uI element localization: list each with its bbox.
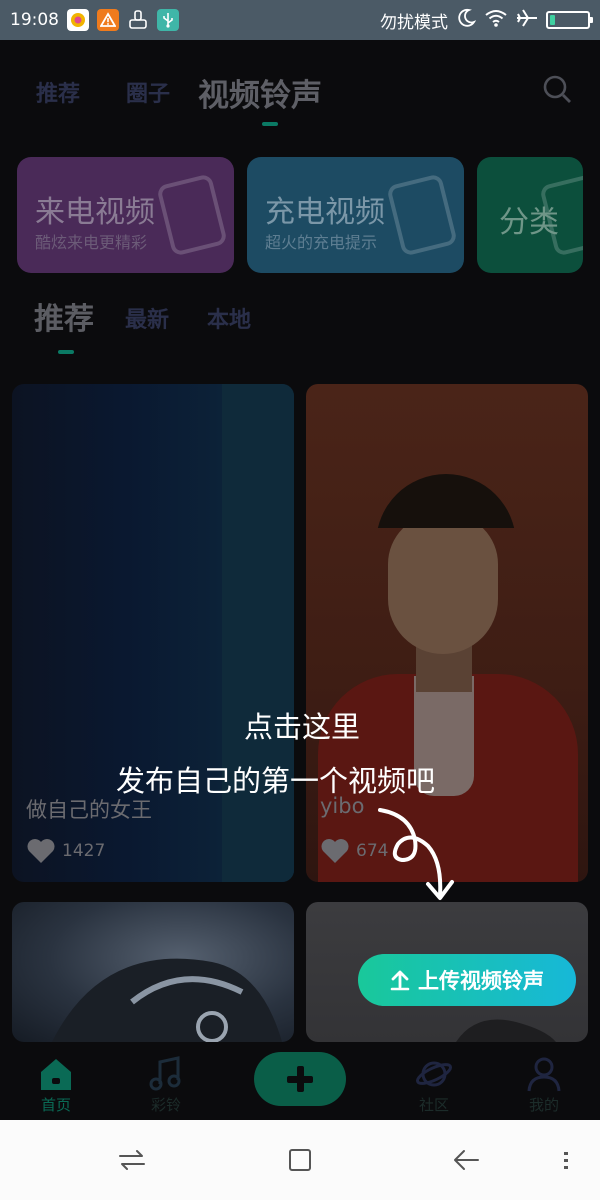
warning-icon — [97, 9, 119, 31]
heart-icon — [321, 839, 349, 863]
phone-icon — [386, 173, 458, 257]
app-notification-icon — [67, 9, 89, 31]
publish-plus-button[interactable] — [254, 1052, 346, 1106]
nav-ringtone[interactable]: 彩铃 — [136, 1054, 196, 1115]
upload-ringtone-button[interactable]: 上传视频铃声 — [358, 954, 576, 1006]
video-card[interactable] — [12, 902, 294, 1042]
back-icon[interactable] — [446, 1144, 486, 1176]
category-charging-video[interactable]: 充电视频 超火的充电提示 — [247, 157, 464, 273]
planet-icon — [415, 1061, 453, 1087]
hint-line-2: 发布自己的第一个视频吧 — [116, 764, 436, 798]
status-bar: 19:08 勿扰模式 — [0, 0, 600, 40]
switch-apps-icon[interactable] — [112, 1144, 152, 1176]
category-row: 来电视频 酷炫来电更精彩 充电视频 超火的充电提示 分类 — [17, 157, 583, 273]
category-incoming-call-video[interactable]: 来电视频 酷炫来电更精彩 — [17, 157, 234, 273]
category-title: 来电视频 — [35, 195, 155, 230]
nav-label: 我的 — [528, 1096, 559, 1114]
nav-label: 社区 — [418, 1096, 449, 1114]
video-card[interactable]: 做自己的女王 1427 — [12, 384, 294, 882]
nav-label: 彩铃 — [150, 1096, 181, 1114]
tab-video-ringtone[interactable]: 视频铃声 — [198, 70, 322, 115]
usb-icon — [157, 9, 179, 31]
music-note-icon — [149, 1056, 181, 1091]
video-thumbnail — [222, 384, 294, 882]
video-thumbnail — [52, 958, 282, 1042]
status-time: 19:08 — [10, 10, 59, 30]
curved-arrow-icon — [378, 808, 454, 900]
upload-icon — [390, 970, 410, 991]
cleaner-icon — [127, 9, 149, 31]
thumbnail-face — [388, 514, 498, 654]
subtab-active-indicator — [58, 350, 74, 354]
heart-icon — [27, 839, 55, 863]
home-square-icon[interactable] — [280, 1144, 320, 1176]
tab-circle[interactable]: 圈子 — [126, 76, 170, 108]
wifi-icon — [484, 8, 508, 33]
nav-label: 首页 — [40, 1096, 71, 1114]
category-title: 分类 — [499, 205, 559, 240]
user-icon — [527, 1057, 561, 1092]
likes-count: 1427 — [62, 841, 106, 861]
battery-icon — [546, 11, 593, 29]
nav-profile[interactable]: 我的 — [514, 1054, 574, 1115]
subtab-recommend[interactable]: 推荐 — [34, 294, 94, 338]
plus-icon-vertical — [296, 1066, 304, 1092]
battery-level — [550, 15, 555, 25]
category-title: 充电视频 — [265, 195, 385, 230]
hint-line-1: 点击这里 — [244, 710, 361, 744]
category-classify[interactable]: 分类 — [477, 157, 583, 273]
category-subtitle: 酷炫来电更精彩 — [35, 233, 148, 252]
home-icon — [41, 1059, 71, 1090]
airplane-icon — [516, 8, 538, 33]
search-icon[interactable] — [542, 74, 572, 104]
nav-home[interactable]: 首页 — [26, 1054, 86, 1115]
moon-icon — [456, 8, 477, 33]
category-subtitle: 超火的充电提示 — [265, 233, 378, 252]
subtab-local[interactable]: 本地 — [207, 302, 251, 334]
tab-active-indicator — [262, 122, 278, 126]
phone-icon — [156, 173, 228, 257]
subtab-latest[interactable]: 最新 — [125, 302, 169, 334]
tab-recommend[interactable]: 推荐 — [36, 76, 80, 108]
nav-community[interactable]: 社区 — [404, 1054, 464, 1115]
upload-button-label: 上传视频铃声 — [418, 969, 544, 993]
system-nav-bar — [0, 1120, 600, 1200]
video-likes: 1427 — [26, 838, 105, 864]
dnd-label: 勿扰模式 — [380, 12, 448, 33]
menu-icon[interactable] — [546, 1144, 586, 1176]
